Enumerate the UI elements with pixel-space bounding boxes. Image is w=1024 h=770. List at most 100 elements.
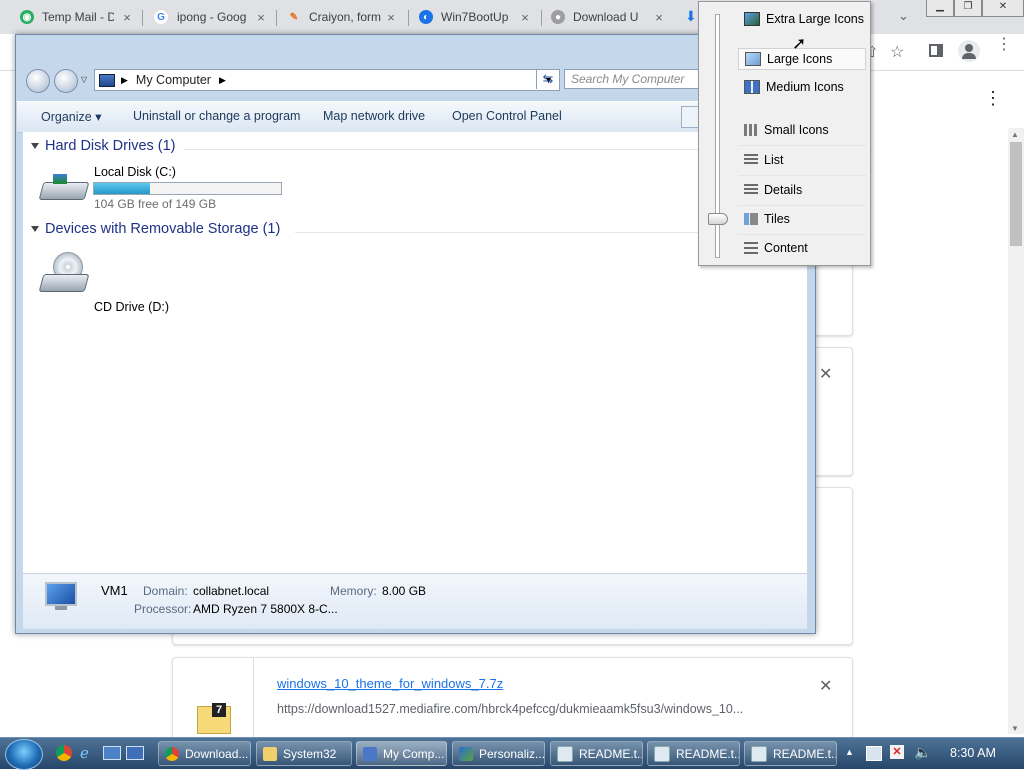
taskbar-personalization[interactable]: Personaliz...: [452, 741, 545, 766]
cd-drive-icon[interactable]: [38, 252, 90, 298]
start-button[interactable]: [5, 739, 43, 770]
taskbar-my-computer[interactable]: My Comp...: [356, 741, 447, 766]
bookmark-star-icon[interactable]: ☆: [890, 42, 904, 62]
restore-button[interactable]: ❐: [954, 0, 982, 17]
menu-item-label: Content: [764, 241, 808, 255]
disk-body: [38, 182, 90, 200]
collapse-triangle-icon[interactable]: [31, 226, 39, 232]
tab-search-chevron-icon[interactable]: ⌄: [898, 8, 909, 24]
menu-item-label: Large Icons: [767, 52, 833, 66]
tab-download[interactable]: ● Download U ×: [551, 4, 667, 30]
menu-item-label: Medium Icons: [766, 80, 844, 94]
uninstall-program-button[interactable]: Uninstall or change a program: [133, 109, 300, 123]
scroll-up-arrow-icon[interactable]: ▲: [1011, 130, 1019, 139]
collapse-triangle-icon[interactable]: [31, 143, 39, 149]
content-view-icon: [744, 242, 758, 254]
taskbar-readme-1[interactable]: README.t...: [550, 741, 643, 766]
switch-windows-icon[interactable]: [126, 746, 144, 760]
map-network-drive-button[interactable]: Map network drive: [323, 109, 425, 123]
tab-win7bootup[interactable]: ◐ Win7BootUp ×: [419, 4, 533, 30]
side-panel-icon[interactable]: [929, 44, 943, 57]
tab-google[interactable]: G ipong - Goog ×: [153, 4, 269, 30]
tab-close-icon[interactable]: ×: [517, 10, 533, 25]
tab-craiyon[interactable]: ✎ Craiyon, form ×: [287, 4, 399, 30]
small-icons-icon: [744, 124, 758, 136]
menu-item-extra-large-icons[interactable]: Extra Large Icons: [738, 8, 866, 30]
downloads-more-actions-icon[interactable]: ⋮: [984, 88, 1002, 109]
drive-c-name[interactable]: Local Disk (C:): [94, 165, 176, 179]
view-slider-thumb[interactable]: [708, 213, 728, 225]
tab-close-icon[interactable]: ×: [253, 10, 269, 25]
computer-icon: [363, 746, 377, 761]
list-view-icon: [744, 154, 758, 166]
domain-label: Domain:: [143, 584, 188, 598]
breadcrumb-my-computer[interactable]: My Computer: [136, 73, 211, 87]
ie-quicklaunch-icon[interactable]: ℯ: [80, 744, 89, 762]
group-header-removable[interactable]: Devices with Removable Storage (1): [31, 221, 280, 237]
organize-button[interactable]: Organize ▾: [41, 109, 101, 124]
close-button[interactable]: ✕: [982, 0, 1024, 17]
volume-tray-icon[interactable]: 🔈: [914, 744, 931, 761]
notepad-icon: [751, 745, 767, 762]
breadcrumb-arrow-icon[interactable]: ▶: [219, 75, 226, 86]
scrollbar-thumb[interactable]: [1010, 142, 1022, 246]
command-bar: Organize ▾ Uninstall or change a program…: [17, 101, 814, 133]
back-button[interactable]: [26, 69, 50, 93]
menu-item-small-icons[interactable]: Small Icons: [738, 119, 866, 141]
remove-download-icon[interactable]: ✕: [819, 364, 832, 384]
menu-item-label: Tiles: [764, 212, 790, 226]
chrome-quicklaunch-icon[interactable]: [56, 745, 72, 761]
menu-item-tiles[interactable]: Tiles: [738, 208, 866, 230]
chrome-menu-icon[interactable]: ⋮: [996, 37, 1012, 53]
action-center-tray-icon[interactable]: ✕: [890, 745, 904, 759]
recent-pages-icon[interactable]: ▽: [81, 75, 87, 84]
forward-button[interactable]: [54, 69, 78, 93]
refresh-icon[interactable]: ⇆: [536, 69, 559, 89]
menu-item-medium-icons[interactable]: Medium Icons: [738, 76, 866, 98]
show-hidden-icons-icon[interactable]: ▲: [845, 747, 854, 757]
tab-close-icon[interactable]: ×: [383, 10, 399, 25]
taskbar-button-label: Download...: [185, 746, 249, 761]
breadcrumb-arrow-icon[interactable]: ▶: [121, 75, 128, 86]
menu-item-details[interactable]: Details: [738, 179, 866, 201]
tab-close-icon[interactable]: ×: [119, 10, 135, 25]
win7bootup-favicon: ◐: [419, 10, 433, 24]
tempmail-favicon: ◉: [20, 10, 34, 24]
menu-item-list[interactable]: List: [738, 149, 866, 171]
remove-download-icon[interactable]: ✕: [819, 676, 832, 696]
menu-separator: [738, 145, 866, 146]
drive-d-name[interactable]: CD Drive (D:): [94, 300, 169, 314]
scroll-down-arrow-icon[interactable]: ▼: [1011, 724, 1019, 733]
computer-monitor-icon: [41, 582, 81, 616]
memory-label: Memory:: [330, 584, 377, 598]
notepad-icon: [557, 745, 573, 762]
taskbar-system32-folder[interactable]: System32: [256, 741, 352, 766]
taskbar-readme-3[interactable]: README.t...: [744, 741, 837, 766]
download-active-tab-icon[interactable]: ⬇: [685, 8, 697, 25]
address-bar[interactable]: ▶ My Computer ▶ ▼: [94, 69, 560, 91]
download-url[interactable]: https://download1527.mediafire.com/hbrck…: [277, 702, 743, 716]
windows-taskbar: ℯ Download... System32 My Comp... Person…: [0, 737, 1024, 770]
memory-value: 8.00 GB: [382, 584, 427, 598]
mouse-cursor-icon: ➚: [792, 34, 807, 53]
taskbar-readme-2[interactable]: README.t...: [647, 741, 740, 766]
hard-disk-icon[interactable]: [38, 170, 90, 206]
open-control-panel-button[interactable]: Open Control Panel: [452, 109, 562, 123]
download-filename-link[interactable]: windows_10_theme_for_windows_7.7z: [277, 676, 503, 691]
taskbar-chrome-downloads[interactable]: Download...: [158, 741, 251, 766]
windows-logo-icon: [53, 174, 67, 184]
tab-close-icon[interactable]: ×: [651, 10, 667, 25]
show-desktop-icon[interactable]: [103, 746, 121, 760]
taskbar-button-label: Personaliz...: [479, 746, 545, 761]
minimize-button[interactable]: ▁: [926, 0, 954, 17]
tab-temp-mail[interactable]: ◉ Temp Mail - D ×: [20, 4, 135, 30]
group-header-hard-disk[interactable]: Hard Disk Drives (1): [31, 138, 176, 154]
7z-file-icon: 7: [197, 703, 231, 734]
menu-item-label: Small Icons: [764, 123, 829, 137]
taskbar-clock[interactable]: 8:30 AM: [950, 746, 996, 760]
craiyon-favicon: ✎: [289, 11, 299, 23]
drive-body: [38, 274, 90, 292]
network-tray-icon[interactable]: [866, 746, 882, 761]
menu-item-content[interactable]: Content: [738, 237, 866, 259]
profile-avatar[interactable]: [958, 40, 980, 62]
